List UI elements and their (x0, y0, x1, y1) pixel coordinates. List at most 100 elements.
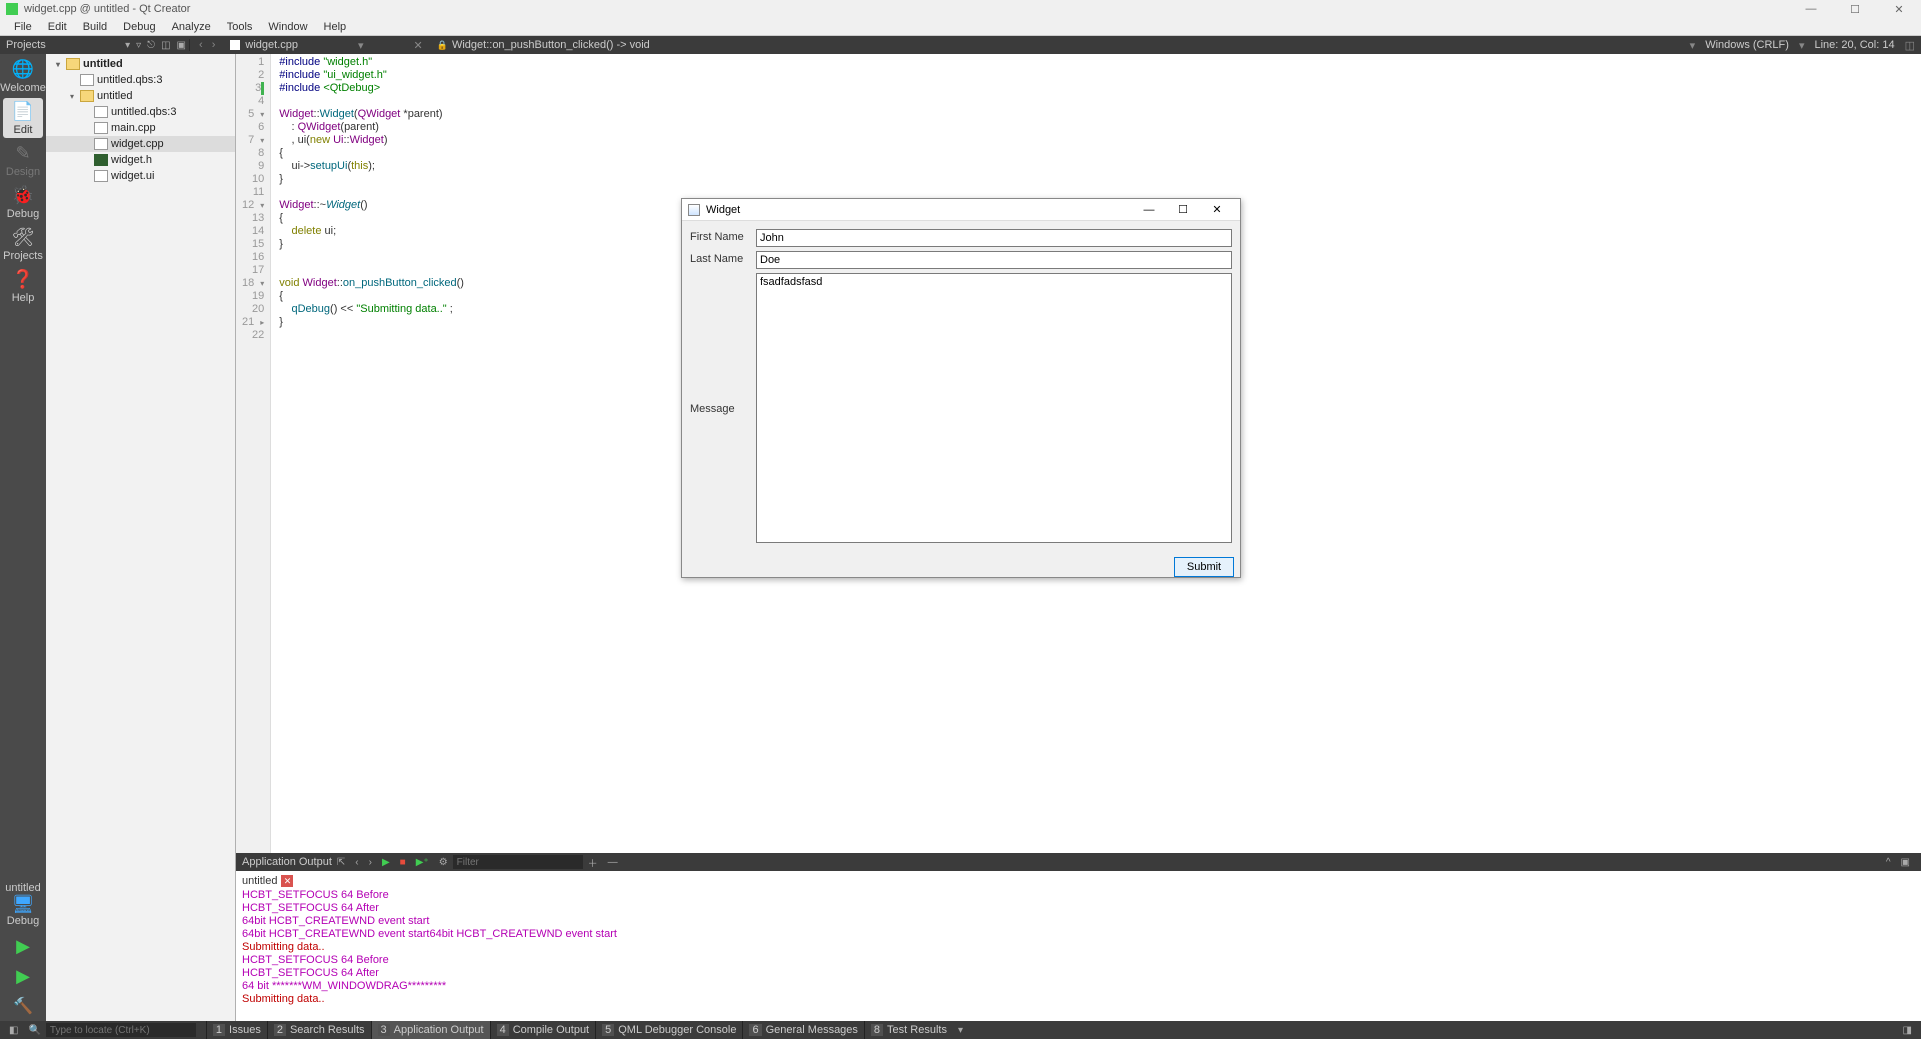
twisty-icon[interactable]: ▾ (70, 92, 80, 101)
more-outputs-icon[interactable]: ▾ (953, 1025, 968, 1036)
twisty-icon[interactable]: ▾ (56, 60, 66, 69)
output-line: 64bit HCBT_CREATEWND event start (242, 915, 1915, 928)
output-line: HCBT_SETFOCUS 64 Before (242, 889, 1915, 902)
code-body[interactable]: #include "widget.h"#include "ui_widget.h… (271, 54, 472, 853)
menu-analyze[interactable]: Analyze (164, 21, 219, 33)
close-pane-icon[interactable]: ▣ (174, 40, 189, 51)
tree-item[interactable]: untitled.qbs:3 (46, 104, 235, 120)
mode-projects[interactable]: 🛠Projects (3, 224, 43, 264)
dropdown-icon[interactable]: ▾ (1799, 39, 1805, 52)
kit-selector[interactable]: untitled 🖥 Debug (0, 882, 46, 927)
output-filter-input[interactable] (453, 855, 583, 869)
status-tab-general-messages[interactable]: 6General Messages (742, 1021, 863, 1039)
menu-help[interactable]: Help (316, 21, 355, 33)
nav-forward-button[interactable]: › (209, 39, 219, 51)
monitor-icon: 🖥 (0, 894, 46, 915)
output-attach-icon[interactable]: ⇱ (332, 857, 350, 868)
output-rerun-icon[interactable]: ▶⁺ (411, 857, 434, 868)
toggle-sidebar-icon[interactable]: ◧ (4, 1025, 23, 1036)
output-body[interactable]: untitled ✕ HCBT_SETFOCUS 64 Before HCBT_… (236, 871, 1921, 1021)
projects-icon: 🛠 (12, 227, 35, 248)
menu-edit[interactable]: Edit (40, 21, 75, 33)
close-output-tab-button[interactable]: ✕ (281, 875, 293, 887)
last-name-label: Last Name (690, 251, 750, 265)
link-icon[interactable]: ⎋ (144, 40, 158, 51)
split-icon[interactable]: ◫ (158, 40, 173, 51)
lock-icon: 🔒 (437, 40, 448, 51)
maximize-button[interactable]: ☐ (1833, 0, 1877, 18)
output-stop-icon[interactable]: ■ (395, 857, 411, 868)
cursor-position[interactable]: Line: 20, Col: 14 (1814, 39, 1894, 51)
output-title: Application Output (242, 856, 332, 868)
editor-tab[interactable]: widget.cpp ▾ ✕ (224, 39, 428, 52)
filter-funnel-icon[interactable]: ▿ (133, 40, 144, 51)
status-tab-compile-output[interactable]: 4Compile Output (490, 1021, 596, 1039)
design-icon: ✎ (15, 143, 30, 164)
output-remove-icon[interactable]: — (603, 857, 623, 868)
status-tab-issues[interactable]: 1Issues (206, 1021, 267, 1039)
encoding-label[interactable]: Windows (CRLF) (1705, 39, 1789, 51)
mode-help[interactable]: ❓Help (3, 266, 43, 306)
output-maximize-icon[interactable]: ^ (1881, 857, 1896, 868)
tree-item[interactable]: widget.ui (46, 168, 235, 184)
run-button[interactable]: ▶ (0, 931, 46, 961)
menu-tools[interactable]: Tools (219, 21, 261, 33)
message-textarea[interactable] (756, 273, 1232, 543)
submit-button[interactable]: Submit (1174, 557, 1234, 577)
tree-item[interactable]: ▾untitled (46, 56, 235, 72)
top-toolbar: Projects ▾ ▿ ⎋ ◫ ▣ ‹ › widget.cpp ▾ ✕ 🔒 … (0, 36, 1921, 54)
kit-name: untitled (5, 882, 40, 894)
first-name-input[interactable] (756, 229, 1232, 247)
tree-item[interactable]: ▾untitled (46, 88, 235, 104)
status-tab-qml-debugger-console[interactable]: 5QML Debugger Console (595, 1021, 742, 1039)
output-tab[interactable]: untitled ✕ (242, 873, 1915, 889)
output-run-icon[interactable]: ▶ (377, 857, 395, 868)
help-icon: ❓ (12, 269, 34, 290)
nav-back-button[interactable]: ‹ (196, 39, 206, 51)
tree-item[interactable]: main.cpp (46, 120, 235, 136)
close-button[interactable]: ✕ (1877, 0, 1921, 18)
build-button[interactable]: 🔨 (0, 991, 46, 1021)
menu-window[interactable]: Window (260, 21, 315, 33)
status-tab-search-results[interactable]: 2Search Results (267, 1021, 371, 1039)
last-name-input[interactable] (756, 251, 1232, 269)
widget-titlebar[interactable]: Widget — ☐ ✕ (682, 199, 1240, 221)
ui-icon (94, 170, 108, 182)
mode-welcome[interactable]: 🌐Welcome (3, 56, 43, 96)
mode-edit[interactable]: 📄Edit (3, 98, 43, 138)
dropdown-icon[interactable]: ▾ (1690, 39, 1696, 52)
tree-item[interactable]: untitled.qbs:3 (46, 72, 235, 88)
minimize-button[interactable]: — (1789, 0, 1833, 18)
output-next-icon[interactable]: › (364, 857, 377, 868)
search-icon[interactable]: 🔍 (23, 1025, 45, 1036)
widget-title-label: Widget (706, 204, 740, 216)
widget-maximize-button[interactable]: ☐ (1166, 199, 1200, 221)
menu-build[interactable]: Build (75, 21, 115, 33)
status-tab-test-results[interactable]: 8Test Results (864, 1021, 953, 1039)
dropdown-icon[interactable]: ▾ (358, 39, 364, 52)
breadcrumb[interactable]: 🔒 Widget::on_pushButton_clicked() -> voi… (429, 39, 1690, 51)
output-settings-icon[interactable]: ⚙ (434, 857, 453, 868)
widget-minimize-button[interactable]: — (1132, 199, 1166, 221)
menu-debug[interactable]: Debug (115, 21, 163, 33)
locator-input[interactable] (46, 1023, 196, 1037)
split-editor-icon[interactable]: ◫ (1905, 39, 1915, 52)
mode-debug[interactable]: 🐞Debug (3, 182, 43, 222)
tree-item[interactable]: widget.h (46, 152, 235, 168)
project-tree[interactable]: ▾untitleduntitled.qbs:3▾untitleduntitled… (46, 54, 236, 1021)
output-prev-icon[interactable]: ‹ (350, 857, 363, 868)
output-close-icon[interactable]: ▣ (1896, 857, 1915, 868)
run-debug-button[interactable]: ▶ (0, 961, 46, 991)
h-icon (94, 154, 108, 166)
menu-file[interactable]: File (6, 21, 40, 33)
toggle-right-sidebar-icon[interactable]: ◨ (1898, 1025, 1917, 1036)
nav-arrows: ‹ › (190, 39, 224, 51)
close-tab-button[interactable]: ✕ (414, 39, 423, 52)
widget-close-button[interactable]: ✕ (1200, 199, 1234, 221)
tree-item[interactable]: widget.cpp (46, 136, 235, 152)
filter-icon[interactable]: ▾ (122, 40, 133, 51)
output-add-icon[interactable]: ＋ (583, 855, 603, 870)
status-tab-application-output[interactable]: 3Application Output (371, 1021, 490, 1039)
edit-icon: 📄 (12, 101, 34, 122)
widget-window[interactable]: Widget — ☐ ✕ First Name Last Name Messag… (681, 198, 1241, 578)
